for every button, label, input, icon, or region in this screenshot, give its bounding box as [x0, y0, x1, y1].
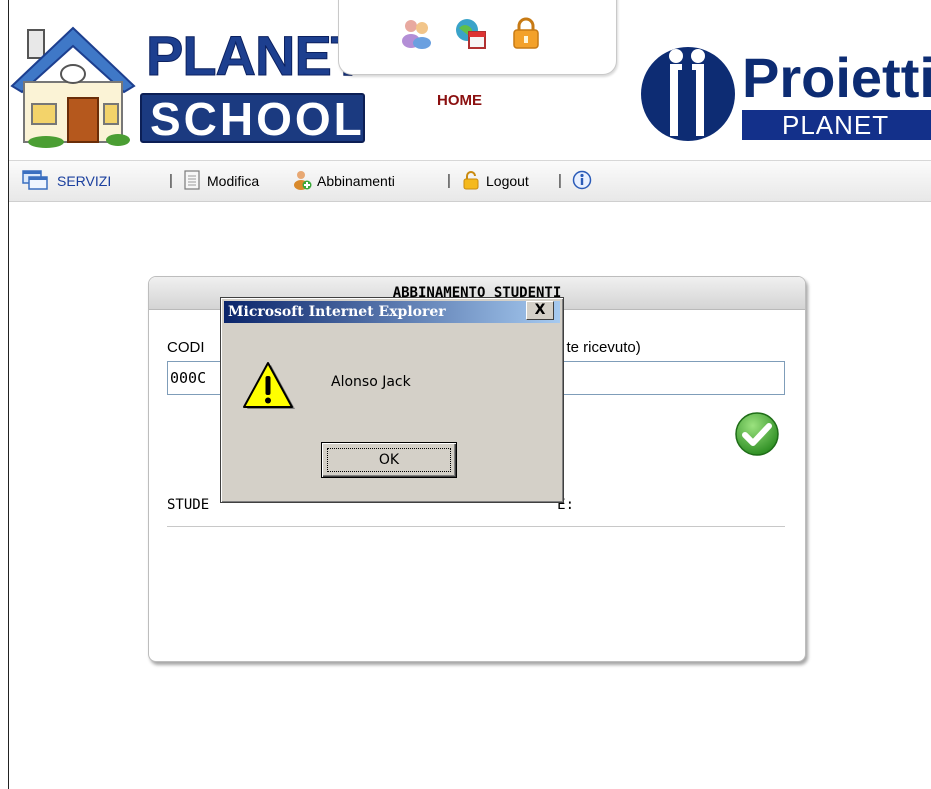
toolbar: SERVIZI | Modifica Abbinamenti | Logout …	[9, 160, 931, 202]
calendar-globe-icon[interactable]	[453, 16, 487, 50]
code-label-start: CODI	[167, 339, 205, 356]
proietti-brand-bar: PLANET	[742, 110, 931, 140]
proietti-brand-sub: PLANET	[782, 110, 890, 140]
school-logo-text: SCHOOL	[150, 93, 365, 145]
proietti-logo-icon	[641, 47, 735, 141]
info-icon[interactable]	[572, 170, 592, 190]
assigned-label-start: STUDE	[167, 497, 210, 513]
left-border-rule	[8, 0, 9, 789]
confirm-check-icon[interactable]	[734, 411, 780, 457]
school-logo-badge: SCHOOL	[140, 93, 365, 143]
toolbar-separator: |	[558, 172, 562, 189]
alert-dialog: Microsoft Internet Explorer X Alonso Jac…	[220, 297, 564, 503]
home-link[interactable]: HOME	[437, 92, 482, 109]
users-icon[interactable]	[399, 16, 433, 50]
servizi-link[interactable]: SERVIZI	[57, 173, 111, 189]
dialog-titlebar: Microsoft Internet Explorer	[224, 301, 560, 323]
home-nav-box	[338, 0, 617, 75]
assigned-divider	[167, 526, 785, 527]
dialog-message: Alonso Jack	[331, 374, 411, 390]
dialog-title: Microsoft Internet Explorer	[228, 304, 446, 320]
dialog-close-button[interactable]: X	[526, 301, 554, 320]
document-icon[interactable]	[182, 170, 202, 190]
header: PLANET SCHOOL HOME Proietti PLANET	[0, 0, 931, 160]
proietti-brand-text: Proietti	[742, 46, 931, 109]
dialog-ok-button[interactable]: OK	[321, 442, 457, 478]
logout-link[interactable]: Logout	[486, 173, 529, 189]
toolbar-separator: |	[169, 172, 173, 189]
toolbar-separator: |	[447, 172, 451, 189]
planet-logo-text: PLANET	[146, 24, 366, 87]
house-logo-icon	[10, 26, 136, 148]
abbinamenti-link[interactable]: Abbinamenti	[317, 173, 395, 189]
warning-icon	[243, 362, 295, 409]
focus-ring	[327, 448, 451, 472]
code-label-end: te ricevuto)	[566, 339, 641, 356]
modifica-link[interactable]: Modifica	[207, 173, 259, 189]
unlock-icon[interactable]	[461, 170, 481, 190]
add-user-icon[interactable]	[292, 170, 312, 190]
lock-icon[interactable]	[509, 16, 543, 50]
windows-icon	[22, 170, 48, 190]
